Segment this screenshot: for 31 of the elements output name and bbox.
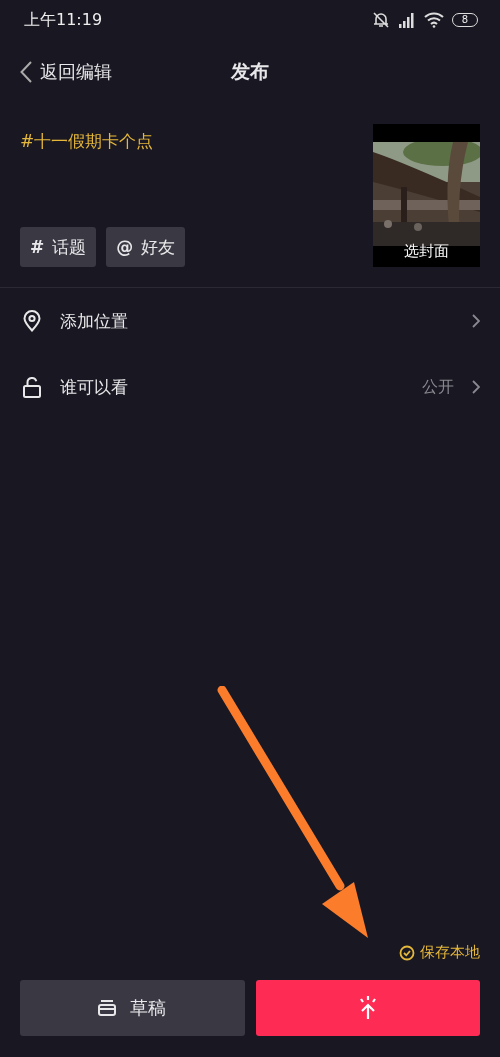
signal-icon bbox=[397, 12, 416, 28]
tray-icon bbox=[98, 1000, 117, 1016]
row-value: 公开 bbox=[422, 376, 454, 398]
tag-symbol: # bbox=[30, 237, 45, 257]
save-local-label[interactable]: 保存本地 bbox=[420, 943, 480, 962]
tag-symbol: @ bbox=[116, 237, 134, 257]
chevron-right-icon bbox=[472, 314, 480, 328]
settings-row[interactable]: 添加位置 bbox=[0, 288, 500, 354]
back-label: 返回编辑 bbox=[40, 60, 112, 84]
status-time: 上午11:19 bbox=[24, 9, 103, 31]
settings-row[interactable]: 谁可以看 公开 bbox=[0, 354, 500, 420]
row-label: 谁可以看 bbox=[60, 375, 129, 399]
check-circle-icon[interactable] bbox=[399, 944, 415, 961]
tag-label: 话题 bbox=[52, 235, 87, 259]
back-button[interactable]: 返回编辑 bbox=[20, 60, 112, 84]
tag-label: 好友 bbox=[141, 235, 176, 259]
cover-label: 选封面 bbox=[403, 242, 450, 261]
caption-text[interactable]: #十一假期卡个点 bbox=[20, 130, 186, 153]
chevron-right-icon bbox=[472, 380, 480, 394]
tag-button[interactable]: @ 好友 bbox=[106, 227, 186, 267]
tag-button[interactable]: # 话题 bbox=[20, 227, 97, 267]
muted-bell-icon bbox=[371, 12, 390, 28]
cover-selector[interactable]: 选封面 bbox=[373, 124, 480, 267]
chevron-left-icon bbox=[20, 61, 32, 83]
location-pin-icon bbox=[22, 310, 42, 332]
page-title: 发布 bbox=[231, 59, 269, 84]
wifi-icon bbox=[423, 12, 444, 28]
upload-arrow-icon bbox=[357, 995, 378, 1021]
unlocked-padlock-icon bbox=[22, 376, 42, 398]
row-label: 添加位置 bbox=[60, 309, 129, 333]
draft-button[interactable]: 草稿 bbox=[20, 980, 245, 1036]
